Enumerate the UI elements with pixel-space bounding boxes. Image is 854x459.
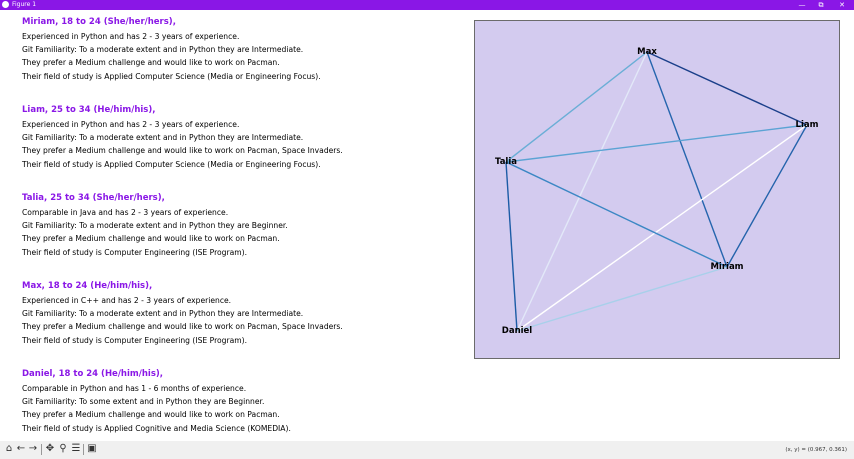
- profile-miriam: Miriam, 18 to 24 (She/her/hers), Experie…: [22, 16, 462, 104]
- profile-git: Git Familiarity: To a moderate extent an…: [22, 45, 304, 55]
- profile-experience: Experienced in C++ and has 2 - 3 years o…: [22, 296, 232, 305]
- profile-challenge: They prefer a Medium challenge and would…: [22, 322, 343, 332]
- zoom-icon[interactable]: ⚲: [57, 442, 69, 456]
- configure-subplots-icon[interactable]: ☰: [70, 442, 82, 456]
- node-label-talia: Talia: [494, 157, 518, 167]
- profile-experience: Experienced in Python and has 2 - 3 year…: [22, 32, 240, 41]
- profile-experience: Experienced in Python and has 2 - 3 year…: [22, 120, 240, 129]
- edge-talia-daniel: [505, 161, 518, 332]
- navigation-toolbar: ⌂ ← → ✥ ⚲ ☰ ▣ (x, y) = (0.967, 0.361): [0, 441, 854, 459]
- profile-talia: Talia, 25 to 34 (She/her/hers), Comparab…: [22, 192, 462, 280]
- forward-arrow-icon[interactable]: →: [27, 442, 39, 456]
- close-button[interactable]: ✕: [835, 0, 849, 10]
- home-icon[interactable]: ⌂: [3, 442, 15, 456]
- edge-liam-miriam: [726, 124, 808, 268]
- profile-max: Max, 18 to 24 (He/him/his), Experienced …: [22, 280, 462, 368]
- graph-edges: [505, 51, 808, 332]
- window-title: Figure 1: [12, 1, 37, 8]
- profile-name: Miriam, 18 to 24 (She/her/hers),: [22, 17, 176, 27]
- profile-challenge: They prefer a Medium challenge and would…: [22, 410, 280, 420]
- profile-field: Their field of study is Applied Computer…: [22, 71, 321, 81]
- profile-git: Git Familiarity: To a moderate extent an…: [22, 221, 288, 231]
- profile-name: Talia, 25 to 34 (She/her/hers),: [22, 193, 165, 203]
- profile-list: Miriam, 18 to 24 (She/her/hers), Experie…: [22, 16, 462, 456]
- pan-icon[interactable]: ✥: [44, 442, 56, 456]
- edge-max-talia: [505, 51, 648, 163]
- profile-field: Their field of study is Computer Enginee…: [22, 247, 248, 257]
- figure-canvas[interactable]: Miriam, 18 to 24 (She/her/hers), Experie…: [0, 10, 854, 441]
- profile-field: Their field of study is Computer Enginee…: [22, 335, 248, 345]
- profile-challenge: They prefer a Medium challenge and would…: [22, 58, 280, 68]
- profile-git: Git Familiarity: To a moderate extent an…: [22, 309, 304, 319]
- edge-max-daniel: [516, 51, 648, 332]
- cursor-coordinates: (x, y) = (0.967, 0.361): [785, 447, 847, 453]
- maximize-button[interactable]: ⧉: [814, 0, 828, 10]
- node-label-miriam: Miriam: [710, 262, 744, 272]
- save-icon[interactable]: ▣: [86, 442, 98, 456]
- profile-name: Liam, 25 to 34 (He/him/his),: [22, 105, 156, 115]
- minimize-button[interactable]: —: [795, 0, 809, 10]
- network-graph[interactable]: Max Liam Talia Miriam Daniel: [474, 20, 840, 359]
- profile-liam: Liam, 25 to 34 (He/him/his), Experienced…: [22, 104, 462, 192]
- edge-max-liam: [646, 51, 808, 126]
- profile-git: Git Familiarity: To a moderate extent an…: [22, 133, 304, 143]
- profile-challenge: They prefer a Medium challenge and would…: [22, 146, 343, 156]
- profile-name: Daniel, 18 to 24 (He/him/his),: [22, 369, 163, 379]
- profile-experience: Comparable in Java and has 2 - 3 years o…: [22, 208, 229, 217]
- node-label-liam: Liam: [795, 120, 819, 130]
- node-label-daniel: Daniel: [501, 326, 533, 336]
- toolbar-separator: [83, 444, 84, 455]
- back-arrow-icon[interactable]: ←: [15, 442, 27, 456]
- profile-field: Their field of study is Applied Computer…: [22, 159, 321, 169]
- profile-git: Git Familiarity: To some extent and in P…: [22, 397, 265, 407]
- profile-challenge: They prefer a Medium challenge and would…: [22, 234, 280, 244]
- profile-experience: Comparable in Python and has 1 - 6 month…: [22, 384, 247, 393]
- profile-field: Their field of study is Applied Cognitiv…: [22, 423, 291, 433]
- toolbar-separator: [41, 444, 42, 455]
- node-label-max: Max: [637, 47, 657, 57]
- profile-name: Max, 18 to 24 (He/him/his),: [22, 281, 153, 291]
- edge-miriam-daniel: [516, 266, 728, 332]
- app-icon: [2, 1, 9, 8]
- window-titlebar: Figure 1 — ⧉ ✕: [0, 0, 854, 10]
